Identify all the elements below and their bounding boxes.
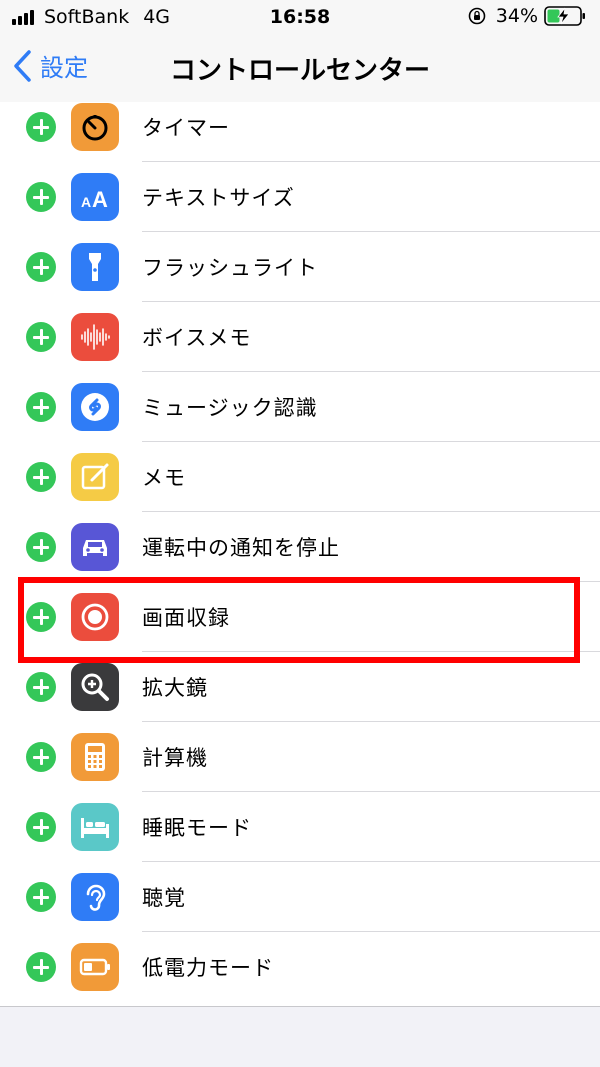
add-button[interactable] — [26, 392, 56, 422]
bed-icon — [71, 803, 119, 851]
item-label: メモ — [142, 466, 186, 490]
list-item-text-size: AA テキストサイズ — [0, 162, 600, 232]
list-item-driving-focus: 運転中の通知を停止 — [0, 512, 600, 582]
battery-percent: 34% — [495, 5, 538, 27]
item-label: 低電力モード — [142, 956, 274, 980]
add-button[interactable] — [26, 672, 56, 702]
svg-text:A: A — [92, 187, 108, 212]
voice-memo-icon — [71, 313, 119, 361]
add-button[interactable] — [26, 952, 56, 982]
list-item-timer: タイマー — [0, 102, 600, 162]
more-controls-list: タイマー AA テキストサイズ フラッシュライト ボイスメモ ミュージック認識 … — [0, 102, 600, 1007]
item-label: 睡眠モード — [142, 816, 252, 840]
ear-icon — [71, 873, 119, 921]
list-item-flashlight: フラッシュライト — [0, 232, 600, 302]
status-right: 34% — [468, 5, 586, 27]
status-bar: SoftBank 4G 16:58 34% — [0, 0, 600, 36]
calculator-icon — [71, 733, 119, 781]
highlight-annotation — [18, 577, 580, 663]
low-power-icon — [71, 943, 119, 991]
list-item-voice-memo: ボイスメモ — [0, 302, 600, 372]
magnifier-icon — [71, 663, 119, 711]
battery-charging-icon — [544, 6, 585, 26]
list-item-sleep-mode: 睡眠モード — [0, 792, 600, 862]
list-item-notes: メモ — [0, 442, 600, 512]
add-button[interactable] — [26, 252, 56, 282]
orientation-lock-icon — [468, 7, 486, 25]
item-label: タイマー — [142, 116, 230, 140]
add-button[interactable] — [26, 882, 56, 912]
item-label: ミュージック認識 — [142, 396, 318, 420]
add-button[interactable] — [26, 462, 56, 492]
add-button[interactable] — [26, 812, 56, 842]
item-label: 計算機 — [142, 746, 208, 770]
page-title: コントロールセンター — [169, 56, 430, 86]
timer-icon — [71, 103, 119, 151]
item-label: 拡大鏡 — [142, 676, 208, 700]
text-size-icon: AA — [71, 173, 119, 221]
notes-icon — [71, 453, 119, 501]
item-label: フラッシュライト — [142, 256, 318, 280]
add-button[interactable] — [26, 182, 56, 212]
svg-text:A: A — [81, 194, 91, 210]
navigation-bar: 設定 コントロールセンター — [0, 36, 600, 103]
add-button[interactable] — [26, 112, 56, 142]
item-label: 運転中の通知を停止 — [142, 536, 340, 560]
add-button[interactable] — [26, 532, 56, 562]
list-item-calculator: 計算機 — [0, 722, 600, 792]
item-label: 聴覚 — [142, 886, 186, 910]
list-item-low-power-mode: 低電力モード — [0, 932, 600, 1002]
add-button[interactable] — [26, 742, 56, 772]
item-label: テキストサイズ — [142, 186, 295, 210]
add-button[interactable] — [26, 322, 56, 352]
list-item-hearing: 聴覚 — [0, 862, 600, 932]
list-item-music-recognition: ミュージック認識 — [0, 372, 600, 442]
shazam-icon — [71, 383, 119, 431]
item-label: ボイスメモ — [142, 326, 252, 350]
car-icon — [71, 523, 119, 571]
flashlight-icon — [71, 243, 119, 291]
